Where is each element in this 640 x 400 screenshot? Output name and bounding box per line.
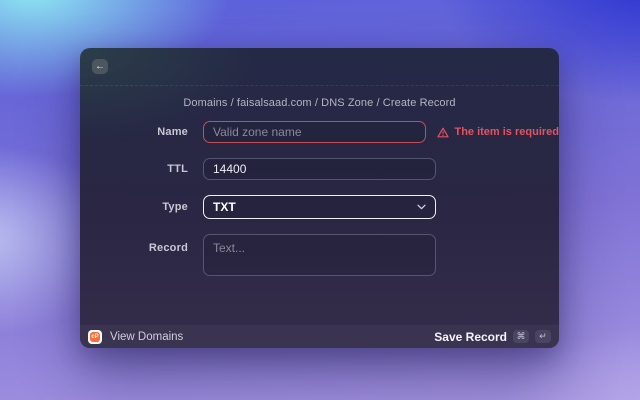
back-arrow-icon: ← [95, 60, 105, 72]
type-row: Type TXT [80, 195, 559, 219]
ttl-label: TTL [167, 163, 188, 175]
name-input[interactable] [203, 121, 427, 143]
cpanel-logo-text: cP [90, 331, 100, 342]
chevron-down-icon [417, 204, 426, 210]
view-domains-link[interactable]: cP View Domains [88, 329, 184, 344]
footer-actions: Save Record ⌘ ↵ [434, 330, 551, 344]
create-record-modal: ← Domains / faisalsaad.com / DNS Zone / … [80, 48, 559, 348]
ttl-row: TTL [80, 158, 559, 180]
create-record-form: Name The item is required TTL Type [80, 121, 559, 276]
command-key-icon: ⌘ [513, 330, 529, 343]
type-label: Type [162, 201, 188, 213]
modal-footer: cP View Domains Save Record ⌘ ↵ [80, 325, 559, 348]
error-text: The item is required [454, 126, 559, 138]
name-row: Name The item is required [80, 121, 559, 143]
return-key-icon: ↵ [535, 330, 551, 343]
view-domains-label: View Domains [110, 330, 184, 343]
breadcrumb: Domains / faisalsaad.com / DNS Zone / Cr… [183, 97, 456, 109]
record-textarea[interactable] [203, 234, 436, 276]
name-label: Name [157, 126, 188, 138]
validation-error: The item is required [437, 126, 559, 138]
type-select-value: TXT [213, 200, 236, 214]
cpanel-logo-icon: cP [88, 329, 102, 344]
ttl-input[interactable] [203, 158, 436, 180]
modal-header: ← [80, 48, 559, 86]
warning-triangle-icon [437, 127, 450, 137]
save-record-button[interactable]: Save Record [434, 330, 507, 344]
back-button[interactable]: ← [92, 59, 108, 74]
type-select[interactable]: TXT [203, 195, 436, 219]
record-row: Record [80, 234, 559, 276]
record-label: Record [148, 242, 188, 254]
modal-body: Domains / faisalsaad.com / DNS Zone / Cr… [80, 86, 559, 325]
